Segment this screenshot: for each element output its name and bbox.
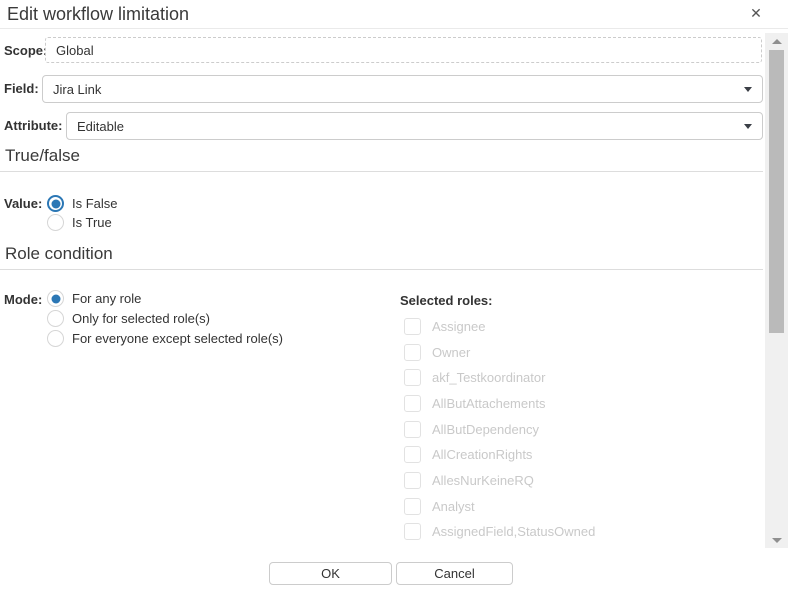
role-row: Owner [404, 344, 470, 361]
chevron-down-icon [744, 87, 752, 92]
cancel-button[interactable]: Cancel [396, 562, 513, 585]
radio-everyone-except-roles[interactable] [47, 330, 64, 347]
edit-workflow-limitation-dialog: Edit workflow limitation ✕ Scope: Global… [0, 0, 788, 592]
radio-dot [51, 294, 60, 303]
mode-label: Mode: [4, 293, 42, 307]
checkbox-unchecked-icon [404, 421, 421, 438]
chevron-down-icon [744, 124, 752, 129]
radio-everyone-except-roles-label[interactable]: For everyone except selected role(s) [72, 332, 283, 346]
attribute-label: Attribute: [4, 119, 63, 133]
role-label: AllButAttachements [432, 396, 545, 411]
checkbox-unchecked-icon [404, 395, 421, 412]
section-divider [0, 269, 763, 270]
ok-button[interactable]: OK [269, 562, 392, 585]
checkbox-unchecked-icon [404, 344, 421, 361]
field-label: Field: [4, 82, 39, 96]
section-divider [0, 171, 763, 172]
checkbox-unchecked-icon [404, 498, 421, 515]
close-icon[interactable]: ✕ [746, 3, 766, 23]
role-row: AllButAttachements [404, 395, 545, 412]
checkbox-unchecked-icon [404, 446, 421, 463]
section-heading-role-condition: Role condition [5, 244, 113, 264]
radio-only-selected-roles[interactable] [47, 310, 64, 327]
arrow-down-icon [772, 538, 782, 543]
scrollbar-up-button[interactable] [765, 33, 788, 49]
role-label: AllCreationRights [432, 447, 532, 462]
role-row: AssignedField,StatusOwned [404, 523, 595, 540]
section-heading-true-false: True/false [5, 146, 80, 166]
radio-only-selected-roles-label[interactable]: Only for selected role(s) [72, 312, 210, 326]
role-row: akf_Testkoordinator [404, 369, 545, 386]
role-row: AllCreationRights [404, 446, 532, 463]
role-row: Analyst [404, 498, 475, 515]
radio-is-false-label[interactable]: Is False [72, 197, 118, 211]
role-label: Analyst [432, 499, 475, 514]
radio-for-any-role-label[interactable]: For any role [72, 292, 141, 306]
radio-is-true-label[interactable]: Is True [72, 216, 112, 230]
role-label: akf_Testkoordinator [432, 370, 545, 385]
selected-roles-heading: Selected roles: [400, 293, 493, 308]
role-label: AssignedField,StatusOwned [432, 524, 595, 539]
field-select[interactable]: Jira Link [42, 75, 763, 103]
value-label: Value: [4, 197, 42, 211]
scope-label: Scope: [4, 44, 47, 58]
role-row: AllButDependency [404, 421, 539, 438]
scope-input: Global [45, 37, 762, 63]
scrollbar[interactable] [765, 33, 788, 548]
radio-dot [51, 199, 60, 208]
radio-for-any-role[interactable] [47, 290, 64, 307]
role-label: AllButDependency [432, 422, 539, 437]
checkbox-unchecked-icon [404, 472, 421, 489]
arrow-up-icon [772, 39, 782, 44]
role-row: Assignee [404, 318, 485, 335]
radio-is-false[interactable] [47, 195, 64, 212]
scope-value: Global [56, 43, 94, 58]
scrollbar-down-button[interactable] [765, 532, 788, 548]
checkbox-unchecked-icon [404, 523, 421, 540]
field-value: Jira Link [53, 82, 101, 97]
checkbox-unchecked-icon [404, 369, 421, 386]
page-title: Edit workflow limitation [7, 4, 189, 25]
role-label: Owner [432, 345, 470, 360]
role-label: Assignee [432, 319, 485, 334]
role-label: AllesNurKeineRQ [432, 473, 534, 488]
radio-is-true[interactable] [47, 214, 64, 231]
scrollbar-thumb[interactable] [769, 50, 784, 333]
header-divider [0, 28, 788, 29]
checkbox-unchecked-icon [404, 318, 421, 335]
role-row: AllesNurKeineRQ [404, 472, 534, 489]
attribute-value: Editable [77, 119, 124, 134]
attribute-select[interactable]: Editable [66, 112, 763, 140]
